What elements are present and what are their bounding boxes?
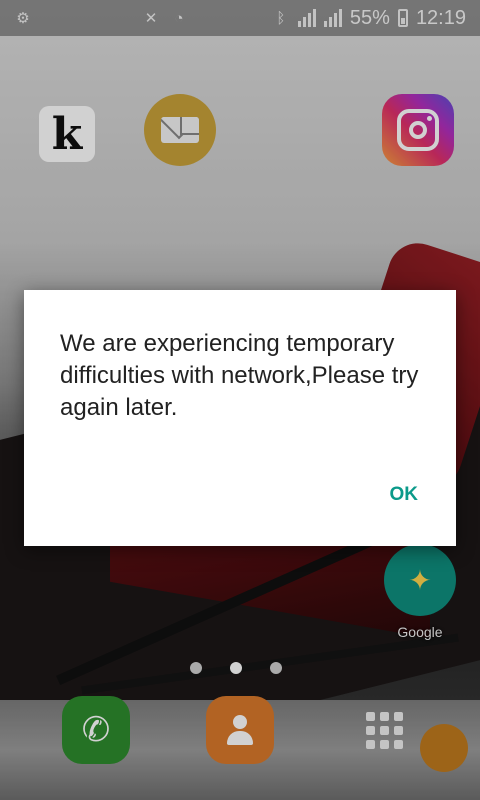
ok-button[interactable]: OK — [390, 484, 419, 506]
home-screen: ⚙ ✕ ◔ ᛒ 55% 12:19 k ✦ Google ✆ We are ex… — [0, 0, 480, 800]
alert-dialog: We are experiencing temporary difficulti… — [24, 290, 456, 546]
dialog-message: We are experiencing temporary difficulti… — [60, 330, 419, 421]
